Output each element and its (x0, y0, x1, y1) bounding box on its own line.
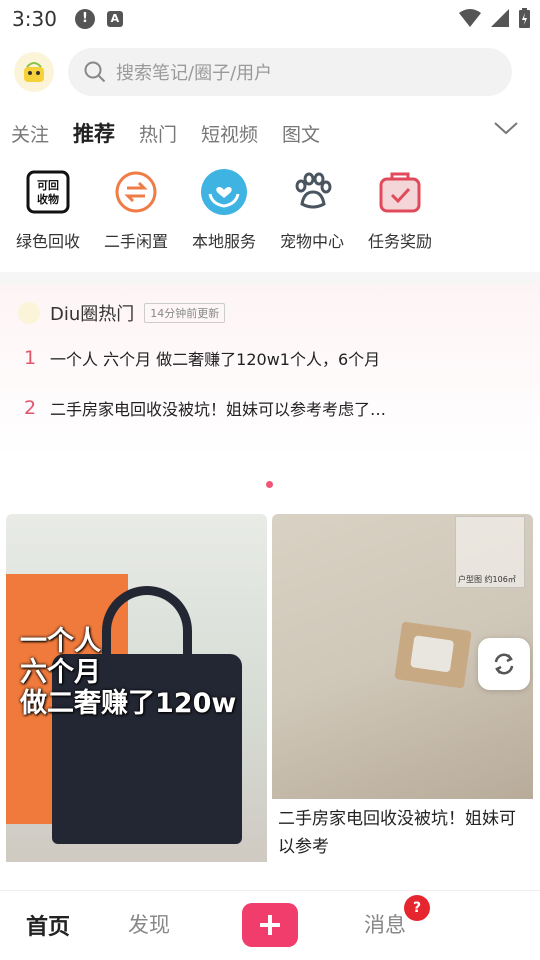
hot-topics-card: Diu圈热门 14分钟前更新 1 一个人 六个月 做二奢赚了120w1个人，6个… (0, 284, 540, 500)
nav-home[interactable]: 首页 (26, 909, 70, 941)
svg-text:收物: 收物 (37, 192, 59, 206)
nav-discover[interactable]: 发现 (128, 909, 170, 939)
feed-card[interactable]: 户型图 约106㎡ 二手房家电回收没被坑！姐妹可以参考 (272, 514, 533, 894)
overlay-line: 做二奢赚了120w (20, 688, 237, 719)
search-icon (84, 61, 106, 83)
wifi-icon (459, 9, 481, 27)
a-notification-icon: A (106, 11, 123, 27)
rotate-button[interactable] (478, 638, 530, 690)
search-input[interactable]: 搜索笔记/圈子/用户 (68, 48, 512, 96)
plus-icon (260, 915, 280, 935)
ceiling-vent-image (394, 621, 472, 689)
refresh-icon (494, 653, 514, 675)
alert-icon: ! (74, 9, 95, 29)
hot-rank: 1 (24, 347, 37, 369)
hot-item[interactable]: 2 二手房家电回收没被坑！姐妹可以参考考虑了… (24, 396, 524, 420)
app-logo[interactable] (14, 52, 54, 92)
message-badge: ? (404, 895, 430, 921)
recycle-icon: 可回 收物 (22, 166, 74, 218)
feed-tabs: 关注 推荐 热门 短视频 图文 (0, 110, 540, 156)
nav-messages[interactable]: 消息 (364, 909, 406, 939)
hot-title: Diu圈热门 (50, 304, 135, 325)
hot-item[interactable]: 1 一个人 六个月 做二奢赚了120w1个人，6个月 (24, 346, 524, 370)
entry-label: 本地服务 (191, 232, 256, 251)
entry-task-reward[interactable]: 任务奖励 (356, 166, 444, 258)
feed-card[interactable]: 一个人 六个月 做二奢赚了120w (6, 514, 267, 894)
hot-text: 一个人 六个月 做二奢赚了120w1个人，6个月 (50, 350, 381, 369)
update-badge: 14分钟前更新 (144, 303, 226, 323)
section-divider (0, 272, 540, 284)
svg-text:可回: 可回 (37, 178, 59, 192)
entry-second-hand[interactable]: 二手闲置 (92, 166, 180, 258)
entry-label: 宠物中心 (279, 232, 344, 251)
paw-icon (286, 166, 338, 218)
image-overlay-text: 一个人 六个月 做二奢赚了120w (20, 626, 236, 719)
chevron-down-icon[interactable] (492, 118, 520, 138)
task-bag-icon (374, 166, 426, 218)
floorplan-caption: 户型图 约106㎡ (458, 575, 516, 584)
publish-button[interactable] (242, 903, 298, 947)
card-title: 二手房家电回收没被坑！姐妹可以参考 (278, 809, 516, 857)
floorplan-thumbnail: 户型图 约106㎡ (455, 516, 525, 588)
exchange-icon (110, 166, 162, 218)
tab-short-video[interactable]: 短视频 (201, 120, 258, 147)
heart-hands-icon (198, 166, 250, 218)
mascot-icon (18, 302, 40, 324)
tab-follow[interactable]: 关注 (11, 120, 49, 147)
carousel-indicator (266, 481, 273, 488)
search-placeholder: 搜索笔记/圈子/用户 (116, 63, 273, 84)
quick-entries: 可回 收物 绿色回收 二手闲置 本地服务 宠物中心 任务奖励 (0, 166, 540, 258)
entry-label: 绿色回收 (15, 232, 80, 251)
tab-recommend[interactable]: 推荐 (73, 118, 115, 148)
entry-label: 任务奖励 (367, 232, 432, 251)
entry-pet-center[interactable]: 宠物中心 (268, 166, 356, 258)
search-header: 搜索笔记/圈子/用户 (0, 46, 540, 98)
hot-header: Diu圈热门 14分钟前更新 (18, 300, 226, 326)
status-time: 3:30 (12, 7, 57, 31)
signal-icon (491, 9, 509, 27)
pot-mascot-icon (24, 62, 44, 82)
hot-rank: 2 (24, 397, 37, 419)
hot-text: 二手房家电回收没被坑！姐妹可以参考考虑了… (50, 400, 387, 419)
overlay-line: 六个月 (20, 657, 101, 688)
entry-label: 二手闲置 (103, 232, 168, 251)
bottom-nav: 首页 发现 消息 ? (0, 890, 540, 960)
tab-hot[interactable]: 热门 (139, 120, 177, 147)
tab-image-text[interactable]: 图文 (282, 120, 320, 147)
battery-icon (519, 8, 530, 28)
card-image: 一个人 六个月 做二奢赚了120w (6, 514, 267, 862)
status-bar: 3:30 ! A (0, 0, 540, 38)
entry-green-recycle[interactable]: 可回 收物 绿色回收 (4, 166, 92, 258)
overlay-line: 一个人 (20, 626, 101, 657)
entry-local-service[interactable]: 本地服务 (180, 166, 268, 258)
